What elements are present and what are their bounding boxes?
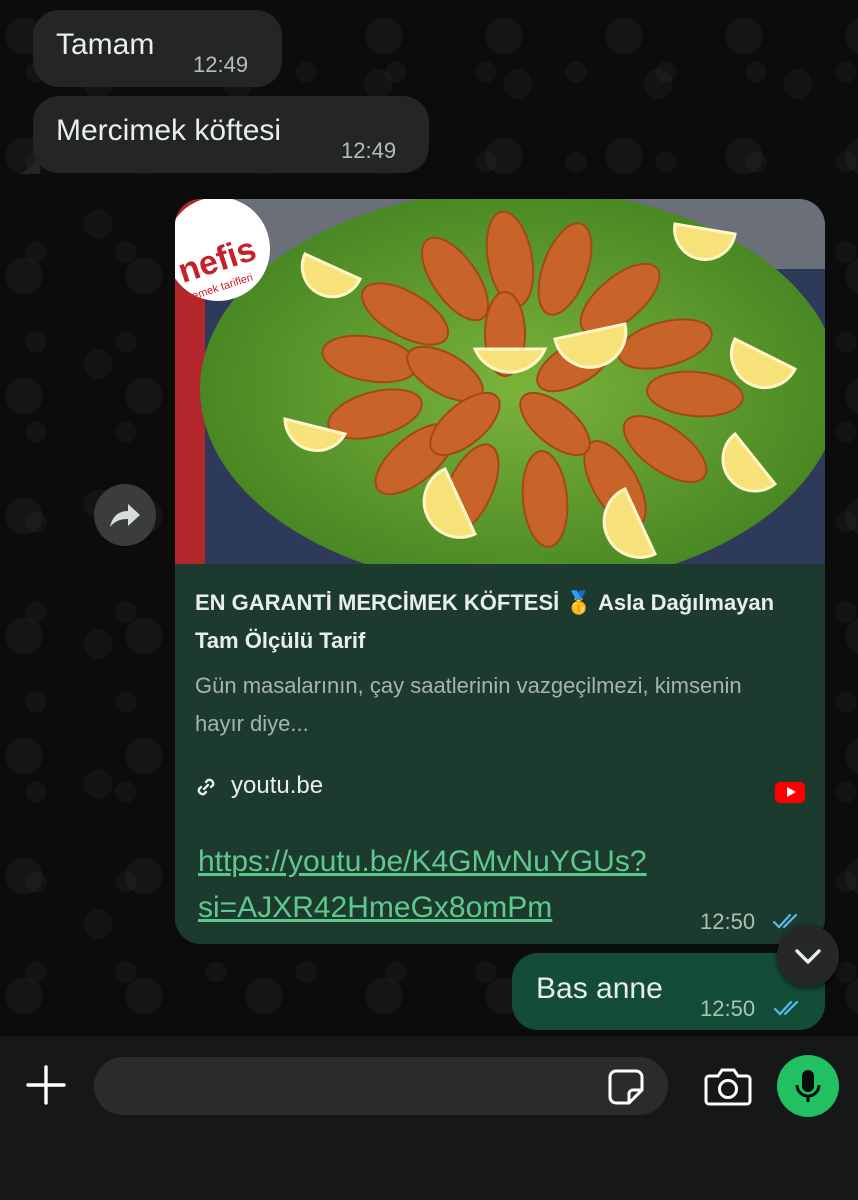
link-line-2: si=AJXR42HmeGx8omPm (198, 891, 553, 924)
microphone-button[interactable] (777, 1055, 839, 1117)
message-input[interactable] (94, 1057, 668, 1115)
message-text: Bas anne (536, 972, 663, 1005)
read-ticks-icon (773, 1000, 799, 1016)
plus-icon (26, 1065, 66, 1105)
camera-icon (704, 1068, 752, 1106)
preview-description: Gün masalarının, çay saatlerinin vazgeçi… (195, 673, 742, 736)
link-preview-message[interactable]: nefis yemek tarifleri EN GARANTİ MERCİME… (175, 199, 825, 944)
incoming-message[interactable]: Mercimek köftesi 12:49 (33, 96, 429, 173)
message-time: 12:49 (193, 52, 249, 77)
chevron-down-icon (795, 949, 821, 964)
message-time: 12:50 (700, 909, 756, 934)
forward-button[interactable] (94, 484, 156, 546)
bubble-tail (20, 154, 40, 174)
message-time: 12:50 (700, 996, 756, 1021)
link-line-1: https://youtu.be/K4GMvNuYGUs? (198, 845, 647, 878)
sticker-button[interactable] (607, 1068, 645, 1106)
forward-icon (110, 504, 140, 527)
message-text: Tamam (56, 28, 155, 61)
incoming-message[interactable]: Tamam 12:49 (33, 10, 282, 87)
message-link[interactable]: https://youtu.be/K4GMvNuYGUs? si=AJXR42H… (198, 839, 647, 931)
youtube-icon (775, 782, 805, 803)
sticker-icon (608, 1069, 644, 1105)
microphone-icon (795, 1070, 821, 1102)
message-time: 12:49 (341, 138, 397, 163)
attach-button[interactable] (24, 1063, 68, 1107)
message-text: Mercimek köftesi (56, 114, 282, 147)
preview-domain: youtu.be (231, 772, 324, 799)
video-thumbnail[interactable]: nefis yemek tarifleri (175, 199, 825, 564)
link-icon (197, 778, 215, 796)
preview-title: EN GARANTİ MERCİMEK KÖFTESİ 🥇 Asla Dağıl… (195, 590, 775, 653)
camera-button[interactable] (704, 1064, 752, 1108)
scroll-to-bottom-button[interactable] (777, 925, 839, 987)
